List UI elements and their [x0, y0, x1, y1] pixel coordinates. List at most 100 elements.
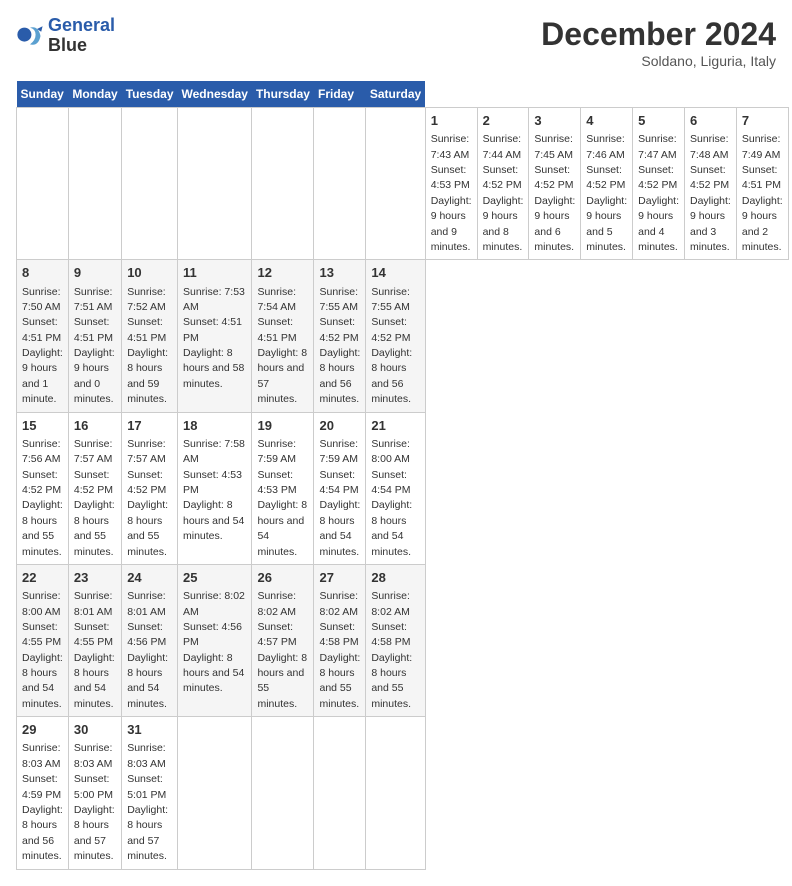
col-header-tuesday: Tuesday — [122, 81, 178, 108]
col-header-wednesday: Wednesday — [178, 81, 252, 108]
day-number: 15 — [22, 417, 63, 435]
day-cell-21: 21 Sunrise: 8:00 AMSunset: 4:54 PMDaylig… — [366, 412, 425, 564]
day-number: 28 — [371, 569, 419, 587]
empty-cell — [68, 108, 121, 260]
day-info: Sunrise: 7:55 AMSunset: 4:52 PMDaylight:… — [371, 286, 412, 406]
day-info: Sunrise: 8:00 AMSunset: 4:54 PMDaylight:… — [371, 438, 412, 558]
day-number: 31 — [127, 721, 172, 739]
day-cell-29: 29 Sunrise: 8:03 AMSunset: 4:59 PMDaylig… — [17, 717, 69, 869]
day-info: Sunrise: 7:50 AMSunset: 4:51 PMDaylight:… — [22, 286, 63, 406]
day-number: 12 — [257, 264, 308, 282]
day-number: 9 — [74, 264, 116, 282]
day-info: Sunrise: 8:00 AMSunset: 4:55 PMDaylight:… — [22, 590, 63, 710]
day-info: Sunrise: 7:52 AMSunset: 4:51 PMDaylight:… — [127, 286, 168, 406]
day-number: 16 — [74, 417, 116, 435]
day-number: 24 — [127, 569, 172, 587]
empty-cell — [366, 108, 425, 260]
day-cell-18: 18 Sunrise: 7:58 AMSunset: 4:53 PMDaylig… — [178, 412, 252, 564]
col-header-friday: Friday — [314, 81, 366, 108]
day-number: 4 — [586, 112, 627, 130]
day-cell-15: 15 Sunrise: 7:56 AMSunset: 4:52 PMDaylig… — [17, 412, 69, 564]
empty-cell — [314, 108, 366, 260]
day-number: 1 — [431, 112, 472, 130]
week-row-5: 29 Sunrise: 8:03 AMSunset: 4:59 PMDaylig… — [17, 717, 789, 869]
day-info: Sunrise: 8:02 AMSunset: 4:56 PMDaylight:… — [183, 590, 245, 694]
day-number: 18 — [183, 417, 246, 435]
day-cell-13: 13 Sunrise: 7:55 AMSunset: 4:52 PMDaylig… — [314, 260, 366, 412]
day-info: Sunrise: 8:02 AMSunset: 4:57 PMDaylight:… — [257, 590, 307, 710]
day-info: Sunrise: 7:57 AMSunset: 4:52 PMDaylight:… — [74, 438, 115, 558]
day-number: 22 — [22, 569, 63, 587]
location: Soldano, Liguria, Italy — [541, 53, 776, 69]
day-info: Sunrise: 7:59 AMSunset: 4:54 PMDaylight:… — [319, 438, 360, 558]
col-header-sunday: Sunday — [17, 81, 69, 108]
page-header: General Blue December 2024 Soldano, Ligu… — [16, 16, 776, 69]
empty-cell — [178, 717, 252, 869]
day-cell-16: 16 Sunrise: 7:57 AMSunset: 4:52 PMDaylig… — [68, 412, 121, 564]
day-info: Sunrise: 7:53 AMSunset: 4:51 PMDaylight:… — [183, 286, 245, 390]
day-info: Sunrise: 8:03 AMSunset: 4:59 PMDaylight:… — [22, 742, 63, 862]
day-number: 5 — [638, 112, 679, 130]
logo-text: General Blue — [48, 16, 115, 56]
day-number: 11 — [183, 264, 246, 282]
day-cell-4: 4 Sunrise: 7:46 AMSunset: 4:52 PMDayligh… — [581, 108, 633, 260]
empty-cell — [252, 108, 314, 260]
col-header-saturday: Saturday — [366, 81, 425, 108]
day-cell-28: 28 Sunrise: 8:02 AMSunset: 4:58 PMDaylig… — [366, 564, 425, 716]
day-cell-6: 6 Sunrise: 7:48 AMSunset: 4:52 PMDayligh… — [685, 108, 737, 260]
day-cell-31: 31 Sunrise: 8:03 AMSunset: 5:01 PMDaylig… — [122, 717, 178, 869]
day-info: Sunrise: 8:03 AMSunset: 5:00 PMDaylight:… — [74, 742, 115, 862]
logo: General Blue — [16, 16, 115, 56]
day-info: Sunrise: 7:48 AMSunset: 4:52 PMDaylight:… — [690, 133, 731, 253]
day-number: 13 — [319, 264, 360, 282]
empty-cell — [252, 717, 314, 869]
day-cell-23: 23 Sunrise: 8:01 AMSunset: 4:55 PMDaylig… — [68, 564, 121, 716]
day-info: Sunrise: 7:51 AMSunset: 4:51 PMDaylight:… — [74, 286, 115, 406]
empty-cell — [366, 717, 425, 869]
empty-cell — [122, 108, 178, 260]
col-header-thursday: Thursday — [252, 81, 314, 108]
day-cell-22: 22 Sunrise: 8:00 AMSunset: 4:55 PMDaylig… — [17, 564, 69, 716]
day-cell-3: 3 Sunrise: 7:45 AMSunset: 4:52 PMDayligh… — [529, 108, 581, 260]
day-info: Sunrise: 7:47 AMSunset: 4:52 PMDaylight:… — [638, 133, 679, 253]
day-info: Sunrise: 7:59 AMSunset: 4:53 PMDaylight:… — [257, 438, 307, 558]
day-cell-27: 27 Sunrise: 8:02 AMSunset: 4:58 PMDaylig… — [314, 564, 366, 716]
week-row-4: 22 Sunrise: 8:00 AMSunset: 4:55 PMDaylig… — [17, 564, 789, 716]
month-title: December 2024 — [541, 16, 776, 53]
day-cell-12: 12 Sunrise: 7:54 AMSunset: 4:51 PMDaylig… — [252, 260, 314, 412]
day-info: Sunrise: 7:57 AMSunset: 4:52 PMDaylight:… — [127, 438, 168, 558]
day-number: 8 — [22, 264, 63, 282]
day-cell-24: 24 Sunrise: 8:01 AMSunset: 4:56 PMDaylig… — [122, 564, 178, 716]
day-cell-10: 10 Sunrise: 7:52 AMSunset: 4:51 PMDaylig… — [122, 260, 178, 412]
day-info: Sunrise: 7:49 AMSunset: 4:51 PMDaylight:… — [742, 133, 783, 253]
day-number: 27 — [319, 569, 360, 587]
day-info: Sunrise: 8:03 AMSunset: 5:01 PMDaylight:… — [127, 742, 168, 862]
day-cell-17: 17 Sunrise: 7:57 AMSunset: 4:52 PMDaylig… — [122, 412, 178, 564]
day-number: 20 — [319, 417, 360, 435]
day-cell-25: 25 Sunrise: 8:02 AMSunset: 4:56 PMDaylig… — [178, 564, 252, 716]
day-number: 23 — [74, 569, 116, 587]
empty-cell — [178, 108, 252, 260]
day-info: Sunrise: 8:02 AMSunset: 4:58 PMDaylight:… — [319, 590, 360, 710]
day-number: 30 — [74, 721, 116, 739]
day-info: Sunrise: 8:01 AMSunset: 4:56 PMDaylight:… — [127, 590, 168, 710]
day-cell-30: 30 Sunrise: 8:03 AMSunset: 5:00 PMDaylig… — [68, 717, 121, 869]
day-cell-5: 5 Sunrise: 7:47 AMSunset: 4:52 PMDayligh… — [633, 108, 685, 260]
day-info: Sunrise: 7:46 AMSunset: 4:52 PMDaylight:… — [586, 133, 627, 253]
day-info: Sunrise: 7:44 AMSunset: 4:52 PMDaylight:… — [483, 133, 524, 253]
empty-cell — [17, 108, 69, 260]
logo-icon — [16, 22, 44, 50]
day-number: 29 — [22, 721, 63, 739]
day-number: 26 — [257, 569, 308, 587]
day-cell-26: 26 Sunrise: 8:02 AMSunset: 4:57 PMDaylig… — [252, 564, 314, 716]
day-cell-7: 7 Sunrise: 7:49 AMSunset: 4:51 PMDayligh… — [736, 108, 788, 260]
day-number: 7 — [742, 112, 783, 130]
day-info: Sunrise: 7:55 AMSunset: 4:52 PMDaylight:… — [319, 286, 360, 406]
day-number: 25 — [183, 569, 246, 587]
day-info: Sunrise: 7:58 AMSunset: 4:53 PMDaylight:… — [183, 438, 245, 542]
day-number: 2 — [483, 112, 524, 130]
day-info: Sunrise: 7:54 AMSunset: 4:51 PMDaylight:… — [257, 286, 307, 406]
title-block: December 2024 Soldano, Liguria, Italy — [541, 16, 776, 69]
logo-line2: Blue — [48, 36, 115, 56]
header-row: SundayMondayTuesdayWednesdayThursdayFrid… — [17, 81, 789, 108]
